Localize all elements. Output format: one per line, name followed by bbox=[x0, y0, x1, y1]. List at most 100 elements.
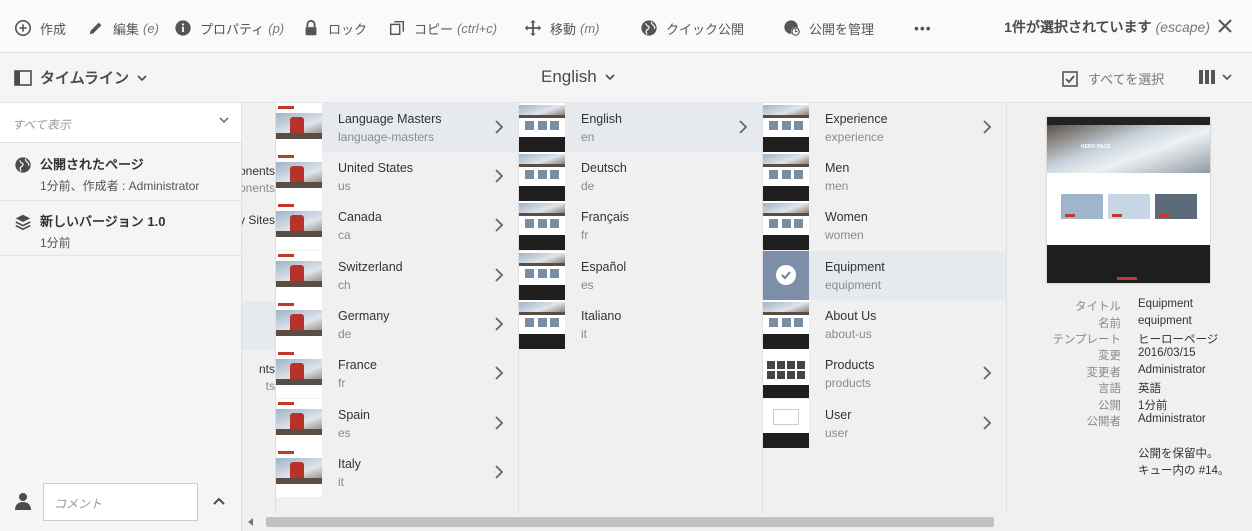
manage-publication-label: 公開を管理 bbox=[809, 21, 875, 37]
column-row-language-masters[interactable]: Language Masters language-masters bbox=[276, 103, 518, 152]
column-row-spain[interactable]: Spain es bbox=[276, 399, 518, 448]
selection-count-text: 1件が選択されています bbox=[1004, 19, 1152, 35]
column-row-germany[interactable]: Germany de bbox=[276, 300, 518, 349]
timeline-filter-select[interactable]: すべて表示 bbox=[0, 103, 241, 143]
row-name: equipment bbox=[825, 278, 882, 292]
row-title: United States bbox=[338, 161, 414, 175]
scroll-left-arrow-icon[interactable] bbox=[248, 518, 253, 526]
row-title: Canada bbox=[338, 210, 382, 224]
horizontal-scrollbar[interactable] bbox=[242, 513, 1007, 531]
view-switcher[interactable] bbox=[1198, 69, 1232, 85]
column-row-italy[interactable]: Italy it bbox=[276, 448, 518, 497]
row-title: Spain bbox=[338, 408, 370, 422]
row-name: ch bbox=[338, 278, 351, 292]
column-active-row[interactable] bbox=[242, 301, 275, 350]
lock-label: ロック bbox=[328, 21, 368, 37]
timeline-item-detail: 1分前、作成者 : Administrator bbox=[40, 179, 200, 193]
meta-modified-by: 変更者 Administrator bbox=[1086, 364, 1206, 379]
column-row-user[interactable]: User user bbox=[763, 399, 1006, 448]
page-thumbnail bbox=[763, 152, 809, 201]
row-title: Experience bbox=[825, 112, 888, 126]
add-circle-icon bbox=[14, 19, 32, 37]
chevron-right-icon bbox=[495, 169, 504, 183]
chevron-right-icon bbox=[739, 120, 748, 134]
page-thumbnail-selected[interactable] bbox=[763, 251, 809, 300]
timeline-item-version[interactable]: 新しいバージョン 1.0 1分前 bbox=[0, 211, 241, 251]
row-title: Men bbox=[825, 161, 850, 175]
quick-publish-button[interactable]: クイック公開 bbox=[640, 17, 744, 39]
properties-hint: (p) bbox=[268, 20, 285, 36]
manage-publication-button[interactable]: 公開を管理 bbox=[783, 17, 874, 39]
properties-button[interactable]: プロパティ (p) bbox=[174, 17, 284, 39]
column-row-switzerland[interactable]: Switzerland ch bbox=[276, 251, 518, 300]
column-pages: Experience experience Men men Women wome… bbox=[763, 103, 1007, 513]
page-thumbnail bbox=[763, 349, 809, 398]
copy-button[interactable]: コピー (ctrl+c) bbox=[388, 17, 497, 39]
create-label: 作成 bbox=[40, 21, 67, 37]
select-all-button[interactable]: すべてを選択 bbox=[1062, 69, 1164, 88]
page-thumbnail bbox=[276, 251, 322, 300]
column-row-equipment[interactable]: Equipment equipment bbox=[763, 251, 1006, 300]
divider bbox=[0, 200, 241, 201]
edit-button[interactable]: 編集 (e) bbox=[87, 17, 159, 39]
column-item-fragment[interactable]: nts bbox=[259, 362, 275, 376]
move-button[interactable]: 移動 (m) bbox=[524, 17, 600, 39]
column-row-men[interactable]: Men men bbox=[763, 152, 1006, 201]
row-title: Español bbox=[581, 260, 627, 274]
column-row-italiano[interactable]: Italiano it bbox=[519, 300, 762, 349]
page-thumbnail bbox=[519, 201, 565, 250]
page-title[interactable]: English bbox=[541, 67, 615, 87]
move-hint: (m) bbox=[580, 20, 600, 36]
close-icon[interactable] bbox=[1216, 17, 1234, 35]
create-button[interactable]: 作成 bbox=[14, 17, 66, 39]
chevron-up-icon[interactable] bbox=[213, 496, 225, 506]
row-title: Italy bbox=[338, 457, 361, 471]
copy-hint: (ctrl+c) bbox=[457, 20, 498, 36]
lock-button[interactable]: ロック bbox=[302, 17, 367, 39]
column-row-deutsch[interactable]: Deutsch de bbox=[519, 152, 762, 201]
page-thumbnail bbox=[276, 349, 322, 398]
comment-input[interactable]: コメント bbox=[43, 483, 198, 521]
column-row-products[interactable]: Products products bbox=[763, 349, 1006, 398]
column-row-france[interactable]: France fr bbox=[276, 349, 518, 398]
action-bar: 作成 編集 (e) プロパティ (p) ロック コピー (ctrl+c) 移動 (m) … bbox=[0, 0, 1252, 53]
meta-published: 公開 1分前 bbox=[1098, 400, 1168, 412]
row-name: fr bbox=[338, 376, 346, 390]
row-name: en bbox=[581, 130, 595, 144]
column-countries: Language Masters language-masters United… bbox=[276, 103, 519, 513]
row-name: experience bbox=[825, 130, 884, 144]
chevron-down-icon bbox=[605, 74, 615, 81]
row-name: de bbox=[581, 179, 595, 193]
scrollbar-thumb[interactable] bbox=[266, 517, 994, 527]
rail-toggle-button[interactable]: タイムライン bbox=[14, 67, 155, 88]
row-name: ca bbox=[338, 228, 351, 242]
page-thumbnail bbox=[519, 251, 565, 300]
column-item-fragment[interactable]: y Sites bbox=[242, 213, 275, 227]
column-row-experience[interactable]: Experience experience bbox=[763, 103, 1006, 152]
rail-label: タイムライン bbox=[40, 70, 129, 87]
divider bbox=[0, 255, 241, 256]
row-name: women bbox=[825, 228, 864, 242]
more-button[interactable]: ••• bbox=[914, 17, 932, 39]
column-row-espanol[interactable]: Español es bbox=[519, 251, 762, 300]
column-row-united-states[interactable]: United States us bbox=[276, 152, 518, 201]
page-thumbnail bbox=[519, 300, 565, 349]
column-row-about-us[interactable]: About Us about-us bbox=[763, 300, 1006, 349]
page-title-text: English bbox=[541, 67, 597, 86]
column-row-english[interactable]: English en bbox=[519, 103, 762, 152]
rail-icon bbox=[14, 69, 32, 86]
page-thumbnail bbox=[276, 300, 322, 349]
column-row-women[interactable]: Women women bbox=[763, 201, 1006, 250]
row-title: Switzerland bbox=[338, 260, 403, 274]
column-row-canada[interactable]: Canada ca bbox=[276, 201, 518, 250]
column-item-fragment[interactable]: ponents bbox=[242, 164, 275, 178]
column-view-icon bbox=[1199, 70, 1215, 84]
globe-icon bbox=[641, 20, 657, 36]
timeline-item-published[interactable]: 公開されたページ 1分前、作成者 : Administrator bbox=[0, 154, 241, 194]
column-row-francais[interactable]: Français fr bbox=[519, 201, 762, 250]
select-all-label: すべてを選択 bbox=[1088, 72, 1165, 87]
timeline-rail: すべて表示 公開されたページ 1分前、作成者 : Administrator 新… bbox=[0, 103, 242, 531]
page-thumbnail bbox=[276, 201, 322, 250]
chevron-right-icon bbox=[983, 416, 992, 430]
row-name: language-masters bbox=[338, 130, 435, 144]
